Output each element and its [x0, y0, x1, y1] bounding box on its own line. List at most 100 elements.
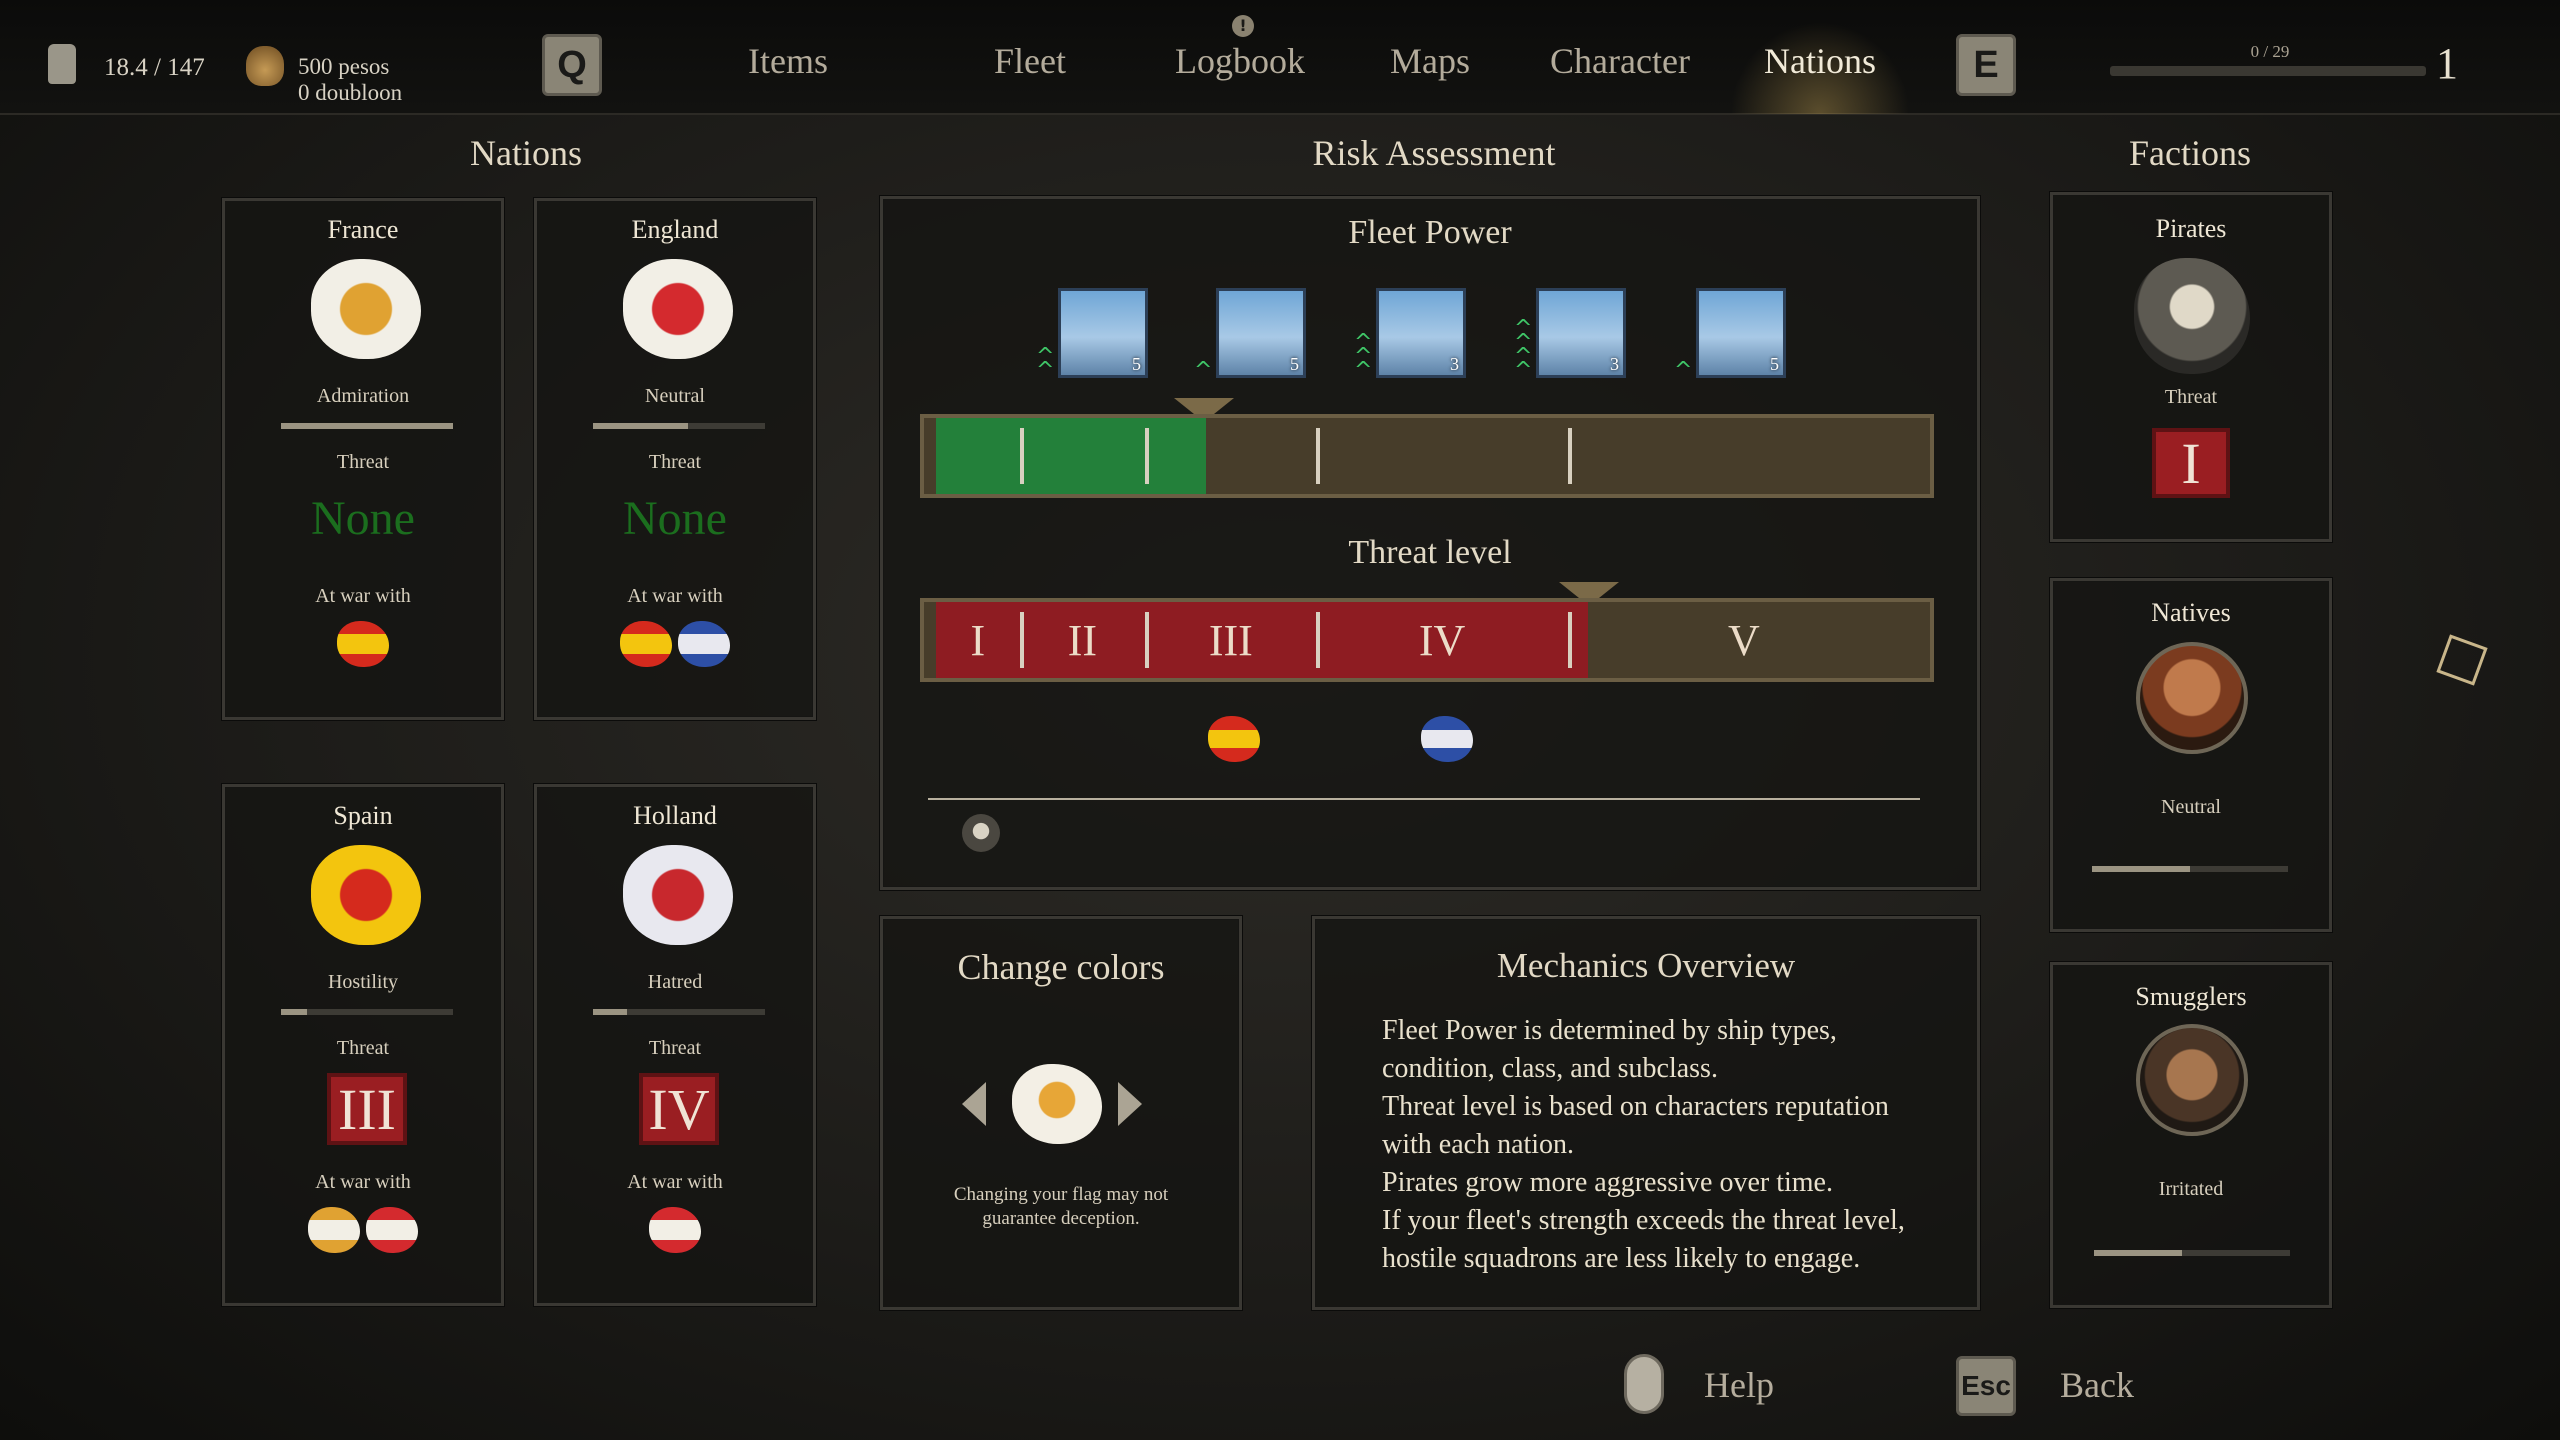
tab-character[interactable]: Character — [1510, 40, 1730, 82]
flag-next-arrow-icon[interactable] — [1118, 1082, 1142, 1126]
smugglers-reputation-fill — [2094, 1250, 2183, 1256]
tier-divider — [1019, 428, 1024, 484]
tab-maps[interactable]: Maps — [1320, 40, 1540, 82]
threat-label: Threat — [648, 1037, 702, 1059]
fleet-power-bar — [920, 414, 1934, 498]
war-flag-icon — [620, 621, 672, 667]
threat-flags-row — [920, 716, 1934, 776]
mechanics-line: condition, class, and subclass. — [1382, 1053, 1718, 1084]
faction-name-natives: Natives — [2151, 598, 2231, 627]
logbook-alert-icon: ! — [1232, 15, 1254, 37]
mechanics-line: If your fleet's strength exceeds the thr… — [1382, 1205, 1905, 1236]
ship-upgrade-chevrons-icon: ^ — [1674, 358, 1693, 383]
change-colors-title: Change colors — [957, 947, 1165, 987]
change-colors-note-1: Changing your flag may not — [953, 1184, 1169, 1205]
money-pesos: 500 pesos — [298, 54, 390, 79]
weight-value: 18.4 / 147 — [104, 54, 205, 81]
faction-card-natives[interactable] — [2050, 578, 2332, 932]
money-doubloon: 0 doubloon — [298, 80, 403, 105]
ship-icon[interactable]: 5 — [1696, 288, 1786, 378]
nation-name: France — [327, 215, 399, 244]
threat-value: None — [623, 492, 727, 545]
risk-assessment-title: Risk Assessment — [1312, 133, 1556, 173]
weight-icon — [48, 44, 76, 84]
ship-icon[interactable]: 3 — [1376, 288, 1466, 378]
threat-value: IV — [639, 1073, 719, 1145]
nation-status: Hatred — [647, 971, 703, 993]
smugglers-status: Irritated — [2158, 1178, 2224, 1200]
pirates-threat-label: Threat — [2164, 386, 2218, 408]
pirates-emblem-icon — [2134, 258, 2250, 374]
help-mouse-icon[interactable] — [1624, 1354, 1664, 1414]
nation-card-france[interactable]: France Admiration Threat None At war with — [222, 198, 504, 720]
tier-divider — [1316, 428, 1321, 484]
nation-card-holland[interactable]: Holland Hatred Threat IV At war with — [534, 784, 816, 1306]
mechanics-line: hostile squadrons are less likely to eng… — [1382, 1243, 1861, 1274]
nation-card-spain[interactable]: Spain Hostility Threat III At war with — [222, 784, 504, 1306]
back-label[interactable]: Back — [2060, 1364, 2134, 1406]
tab-fleet[interactable]: Fleet — [920, 40, 1140, 82]
ship-icon[interactable]: 3 — [1536, 288, 1626, 378]
reputation-bar — [281, 1009, 453, 1015]
threat-value: III — [327, 1073, 407, 1145]
natives-status: Neutral — [2161, 796, 2221, 818]
ship-class-number: 3 — [1450, 354, 1459, 374]
flag-prev-arrow-icon[interactable] — [962, 1082, 986, 1126]
ship-upgrade-chevrons-icon: ^ ^ ^ ^ — [1514, 316, 1533, 383]
natives-portrait-icon — [2136, 642, 2248, 754]
spain-flag-icon — [311, 845, 421, 945]
nation-name: England — [631, 215, 719, 244]
war-flag-icon — [678, 621, 730, 667]
tab-items[interactable]: Items — [678, 40, 898, 82]
reputation-bar — [593, 1009, 765, 1015]
mechanics-line: with each nation. — [1382, 1129, 1575, 1160]
pirate-skull-icon — [962, 814, 1000, 852]
france-flag-icon — [311, 259, 421, 359]
ship-class-number: 5 — [1770, 354, 1779, 374]
tier-divider — [1019, 612, 1024, 668]
tier-divider — [1316, 612, 1321, 668]
money-bag-icon — [246, 46, 284, 86]
mechanics-text: Fleet Power is determined by ship types,… — [1382, 1012, 1962, 1278]
reputation-bar — [593, 423, 765, 429]
nation-status: Neutral — [645, 385, 705, 407]
nation-name: Holland — [633, 801, 717, 830]
threat-level-bar: I II III IV V — [920, 598, 1934, 682]
at-war-label: At war with — [315, 1171, 411, 1193]
threat-level-5: V — [1727, 615, 1760, 665]
faction-name-smugglers: Smugglers — [2135, 982, 2247, 1011]
nations-title: Nations — [470, 133, 582, 173]
nation-name: Spain — [333, 801, 393, 830]
ship-class-number: 3 — [1610, 354, 1619, 374]
threat-level-title: Threat level — [1348, 534, 1512, 571]
war-flag-icon — [366, 1207, 418, 1253]
nation-card-england[interactable]: England Neutral Threat None At war with — [534, 198, 816, 720]
xp-bar — [2110, 66, 2426, 76]
pirates-threat-value: I — [2152, 428, 2230, 498]
xp-text: 0 / 29 — [2250, 42, 2290, 61]
threat-level-4: IV — [1418, 615, 1466, 665]
tab-nations[interactable]: Nations — [1710, 40, 1930, 82]
nation-status: Hostility — [327, 971, 398, 993]
tab-logbook[interactable]: Logbook — [1130, 40, 1350, 82]
tier-divider — [1145, 612, 1150, 668]
back-esc-key[interactable]: Esc — [1956, 1356, 2016, 1416]
nation-status: Admiration — [316, 385, 410, 407]
threat-label: Threat — [648, 451, 702, 473]
smugglers-reputation-bar — [2094, 1250, 2290, 1256]
threat-level-1: I — [970, 615, 986, 665]
mechanics-title: Mechanics Overview — [1496, 946, 1796, 985]
factions-title: Factions — [2129, 133, 2251, 173]
at-war-label: At war with — [315, 585, 411, 607]
threat-nation-flag-icon — [1421, 716, 1474, 762]
map-cursor-icon — [2436, 634, 2488, 686]
ship-upgrade-chevrons-icon: ^ ^ ^ — [1354, 330, 1373, 383]
prev-tab-key-q[interactable]: Q — [542, 34, 602, 96]
england-flag-icon — [623, 259, 733, 359]
next-tab-key-e[interactable]: E — [1956, 34, 2016, 96]
ship-icon[interactable]: 5 — [1216, 288, 1306, 378]
help-label[interactable]: Help — [1704, 1364, 1774, 1406]
ship-icon[interactable]: 5 — [1058, 288, 1148, 378]
change-colors-note-2: guarantee deception. — [982, 1208, 1140, 1229]
mechanics-line: Pirates grow more aggressive over time. — [1382, 1167, 1833, 1198]
